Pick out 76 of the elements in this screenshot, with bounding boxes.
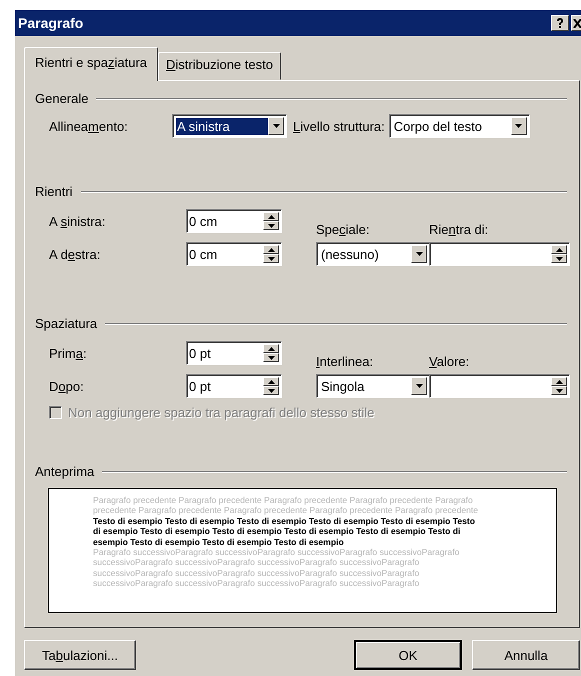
caret-icon <box>272 124 280 128</box>
caret-icon <box>416 252 422 256</box>
dialog-button[interactable]: Annulla <box>472 640 580 670</box>
generale.livello.focused[interactable]: Corpo del testo <box>388 114 530 138</box>
dropdown-button[interactable] <box>510 117 527 135</box>
spin-field[interactable]: 0 cm <box>186 242 282 266</box>
preview-text: successivoParagrafo successivoParagrafo successivoParagrafo successivoParagrafo <box>93 578 420 589</box>
spin-down-button[interactable] <box>263 353 279 362</box>
preview-text: Paragrafo successivoParagrafo successivoParagrafo successivoParagrafo successivoParagrafo <box>93 547 460 558</box>
rientri.speciale.focused[interactable]: (nessuno) <box>316 242 430 266</box>
spaziatura.interlinea.focused[interactable]: Singola <box>316 374 430 398</box>
field-label: Allineamento: <box>49 118 129 134</box>
field-label: A destra: <box>49 246 102 262</box>
spin-up-button[interactable] <box>263 377 279 386</box>
spin-up-button[interactable] <box>263 212 279 221</box>
preview-text: di esempio Testo di esempio Testo di esempio Testo di esempio Testo di esempio Testo di <box>93 526 460 537</box>
dropdown-button[interactable] <box>411 245 427 263</box>
window-title: Paragrafo <box>18 15 84 31</box>
field-label: Interlinea: <box>316 354 374 369</box>
spin-down-button[interactable] <box>263 386 279 395</box>
group-title: Rientri <box>35 184 73 199</box>
dropdown-button[interactable] <box>411 377 427 395</box>
down-arrow-icon <box>556 388 562 392</box>
spin-down-button[interactable] <box>551 386 567 395</box>
down-arrow-icon <box>268 356 274 360</box>
spin-field[interactable]: 0 pt <box>186 374 282 398</box>
field-label: Livello struttura: <box>293 118 385 134</box>
spin-up-button[interactable] <box>263 245 279 254</box>
preview-text: Paragrafo precedente Paragrafo precedente Paragrafo precedente Paragrafo precedente Paragrafo <box>93 495 473 506</box>
up-arrow-icon <box>556 248 562 252</box>
spin-up-button[interactable] <box>551 377 567 386</box>
spin-field[interactable] <box>429 374 570 398</box>
help-icon <box>556 18 564 28</box>
field-label: Rientra di: <box>429 222 490 237</box>
down-arrow-icon <box>268 256 274 260</box>
caret-icon <box>515 124 522 128</box>
close-button[interactable] <box>571 15 581 31</box>
field-label: Dopo: <box>49 378 85 394</box>
up-arrow-icon <box>268 380 274 384</box>
spin-field[interactable] <box>429 242 570 266</box>
close-icon <box>573 18 581 28</box>
spin-field[interactable]: 0 pt <box>186 341 282 365</box>
group-title: Anteprima <box>35 464 94 479</box>
help-button[interactable] <box>551 15 569 31</box>
field-label: Speciale: <box>316 222 370 237</box>
generale.allineamento.focused[interactable]: A sinistra <box>172 114 287 138</box>
field-label: Valore: <box>429 354 470 369</box>
dialog-button[interactable]: OK <box>354 640 462 670</box>
group-title: Spaziatura <box>35 316 98 331</box>
spin-down-button[interactable] <box>551 254 567 263</box>
tab[interactable]: Rientri e spaziatura <box>24 47 158 81</box>
spin-down-button[interactable] <box>263 221 279 230</box>
preview-text: successivoParagrafo successivoParagrafo successivoParagrafo successivoParagrafo <box>93 557 420 568</box>
field-label: A sinistra: <box>49 214 106 228</box>
preview-text: precedente Paragrafo precedente Paragrafo precedente Paragrafo precedente Paragrafo precedente <box>93 505 478 516</box>
spin-field[interactable]: 0 cm <box>186 209 282 233</box>
spin-up-button[interactable] <box>551 245 567 254</box>
up-arrow-icon <box>268 214 274 218</box>
group-title: Generale <box>35 91 88 106</box>
caret-icon <box>416 384 422 388</box>
spin-down-button[interactable] <box>263 254 279 263</box>
tab[interactable]: Distribuzione testo <box>158 52 281 80</box>
preview-text: esempio Testo di esempio Testo di esempio Testo di esempio <box>93 536 344 548</box>
checkbox-label: Non aggiungere spazio tra paragrafi dello stesso stile <box>68 405 374 420</box>
down-arrow-icon <box>268 224 274 228</box>
down-arrow-icon <box>268 388 274 392</box>
tabs-button[interactable]: Tabulazioni... <box>24 640 136 670</box>
preview-text: Testo di esempio Testo di esempio Testo di esempio Testo di esempio Testo di esempio Testo <box>93 516 476 526</box>
field-label: Prima: <box>49 346 88 360</box>
dropdown-button[interactable] <box>268 117 284 135</box>
preview-text: successivoParagrafo successivoParagrafo successivoParagrafo successivoParagrafo <box>93 568 420 578</box>
up-arrow-icon <box>268 248 274 252</box>
up-arrow-icon <box>556 380 562 384</box>
up-arrow-icon <box>268 346 274 350</box>
spin-up-button[interactable] <box>263 344 279 353</box>
down-arrow-icon <box>556 256 562 260</box>
